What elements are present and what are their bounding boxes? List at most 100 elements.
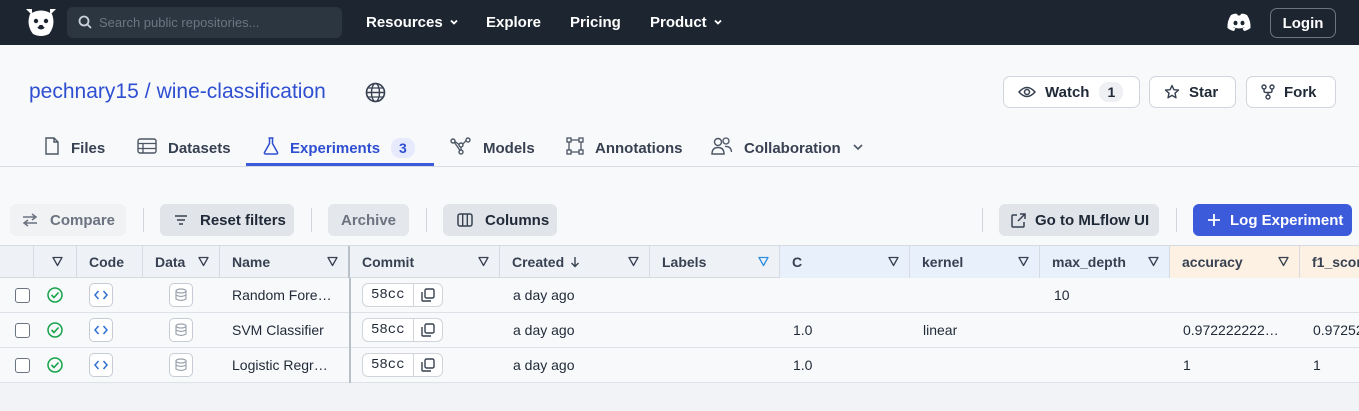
search-box (67, 7, 342, 38)
column-header-c[interactable]: C (780, 246, 910, 278)
nav-resources-label: Resources (366, 14, 443, 31)
nav-product[interactable]: Product (650, 14, 723, 31)
fork-icon (1261, 84, 1275, 100)
column-header-kernel[interactable]: kernel (910, 246, 1040, 278)
table-row[interactable]: Logistic Regr… 58cc a day ago 1.0 1 1 (0, 348, 1359, 383)
users-icon (711, 137, 733, 159)
search-input[interactable] (99, 7, 334, 38)
toolbar-divider (143, 208, 144, 232)
star-label: Star (1189, 83, 1219, 101)
chevron-down-icon (449, 14, 459, 31)
experiment-name[interactable]: Logistic Regr… (232, 348, 342, 382)
success-check-icon (47, 278, 63, 312)
filter-icon[interactable] (478, 256, 489, 267)
watch-label: Watch (1045, 83, 1090, 101)
filter-icon[interactable] (888, 256, 899, 267)
columns-button[interactable]: Columns (443, 204, 557, 236)
database-icon[interactable] (169, 348, 193, 382)
commit-hash[interactable]: 58cc (363, 319, 414, 341)
tab-files[interactable]: Files (44, 135, 105, 161)
nav-resources[interactable]: Resources (366, 14, 459, 31)
tab-datasets-label: Datasets (168, 139, 231, 157)
compare-label: Compare (50, 211, 116, 229)
log-experiment-label: Log Experiment (1230, 211, 1344, 229)
code-icon[interactable] (89, 313, 113, 347)
copy-icon[interactable] (414, 358, 442, 372)
metric-f1-value: 0.97252 (1313, 322, 1359, 338)
filter-active-icon[interactable] (758, 256, 769, 267)
metric-accuracy-value: 1 (1183, 357, 1191, 373)
toolbar-divider (1176, 208, 1177, 232)
repo-name-link[interactable]: wine-classification (157, 80, 326, 104)
repo-title: pechnary15 / wine-classification (29, 80, 326, 104)
nav-pricing[interactable]: Pricing (570, 14, 621, 31)
star-icon (1164, 84, 1180, 100)
row-checkbox[interactable] (15, 278, 30, 312)
globe-icon (365, 82, 386, 108)
filter-icon[interactable] (1148, 256, 1159, 267)
filter-icon[interactable] (1018, 256, 1029, 267)
filter-icon[interactable] (327, 256, 338, 267)
code-icon[interactable] (89, 278, 113, 312)
discord-icon[interactable] (1226, 12, 1252, 37)
dagshub-logo-icon[interactable] (22, 5, 60, 39)
reset-filters-button[interactable]: Reset filters (160, 204, 294, 236)
column-header-max-depth[interactable]: max_depth (1040, 246, 1170, 278)
column-header-f1-score[interactable]: f1_score (1300, 246, 1359, 278)
tab-collaboration[interactable]: Collaboration (711, 135, 864, 161)
tab-annotations[interactable]: Annotations (566, 135, 683, 161)
table-row[interactable]: SVM Classifier 58cc a day ago 1.0 linear… (0, 313, 1359, 348)
row-checkbox[interactable] (15, 313, 30, 347)
database-icon[interactable] (169, 313, 193, 347)
filter-icon[interactable] (1278, 256, 1289, 267)
fork-button[interactable]: Fork (1246, 76, 1336, 108)
nav-product-label: Product (650, 14, 707, 31)
column-f1-score-label: f1_score (1312, 254, 1359, 270)
table-row[interactable]: Random Fore… 58cc a day ago 10 (0, 278, 1359, 313)
login-button[interactable]: Login (1270, 8, 1336, 38)
filter-icon[interactable] (198, 256, 209, 267)
filter-icon[interactable] (52, 256, 63, 267)
commit-hash[interactable]: 58cc (363, 354, 414, 376)
tab-datasets[interactable]: Datasets (137, 135, 231, 161)
column-header-labels[interactable]: Labels (650, 246, 780, 278)
repo-owner-link[interactable]: pechnary15 (29, 80, 139, 104)
column-header-accuracy[interactable]: accuracy (1170, 246, 1300, 278)
column-max-depth-label: max_depth (1052, 254, 1126, 270)
column-header-created[interactable]: Created (500, 246, 650, 278)
tab-models-label: Models (483, 139, 535, 157)
top-navbar: Resources Explore Pricing Product Login (0, 0, 1359, 45)
column-header-code[interactable]: Code (77, 246, 143, 278)
database-icon[interactable] (169, 278, 193, 312)
column-divider (349, 313, 351, 348)
repo-separator: / (144, 80, 151, 103)
mlflow-button[interactable]: Go to MLflow UI (999, 204, 1159, 236)
toolbar-divider (982, 208, 983, 232)
compare-button[interactable]: Compare (10, 204, 126, 236)
column-header-commit[interactable]: Commit (350, 246, 500, 278)
bounding-box-icon (566, 137, 584, 159)
columns-icon (457, 213, 473, 227)
commit-hash[interactable]: 58cc (363, 284, 414, 306)
plus-icon (1207, 213, 1221, 227)
row-checkbox[interactable] (15, 348, 30, 382)
success-check-icon (47, 348, 63, 382)
filter-lines-icon (174, 214, 188, 226)
experiment-name[interactable]: SVM Classifier (232, 313, 342, 347)
tab-models[interactable]: Models (450, 135, 535, 161)
column-header-data[interactable]: Data (143, 246, 220, 278)
commit-chip: 58cc (362, 313, 443, 347)
log-experiment-button[interactable]: Log Experiment (1193, 204, 1352, 236)
nav-explore[interactable]: Explore (486, 14, 541, 31)
experiment-name[interactable]: Random Fore… (232, 278, 342, 312)
archive-button[interactable]: Archive (328, 204, 409, 236)
tab-experiments[interactable]: Experiments 3 (263, 135, 415, 161)
watch-button[interactable]: Watch 1 (1003, 76, 1140, 108)
filter-icon[interactable] (628, 256, 639, 267)
code-icon[interactable] (89, 348, 113, 382)
star-button[interactable]: Star (1149, 76, 1236, 108)
column-divider (349, 278, 351, 313)
copy-icon[interactable] (414, 323, 442, 337)
column-header-name[interactable]: Name (220, 246, 350, 278)
copy-icon[interactable] (414, 288, 442, 302)
